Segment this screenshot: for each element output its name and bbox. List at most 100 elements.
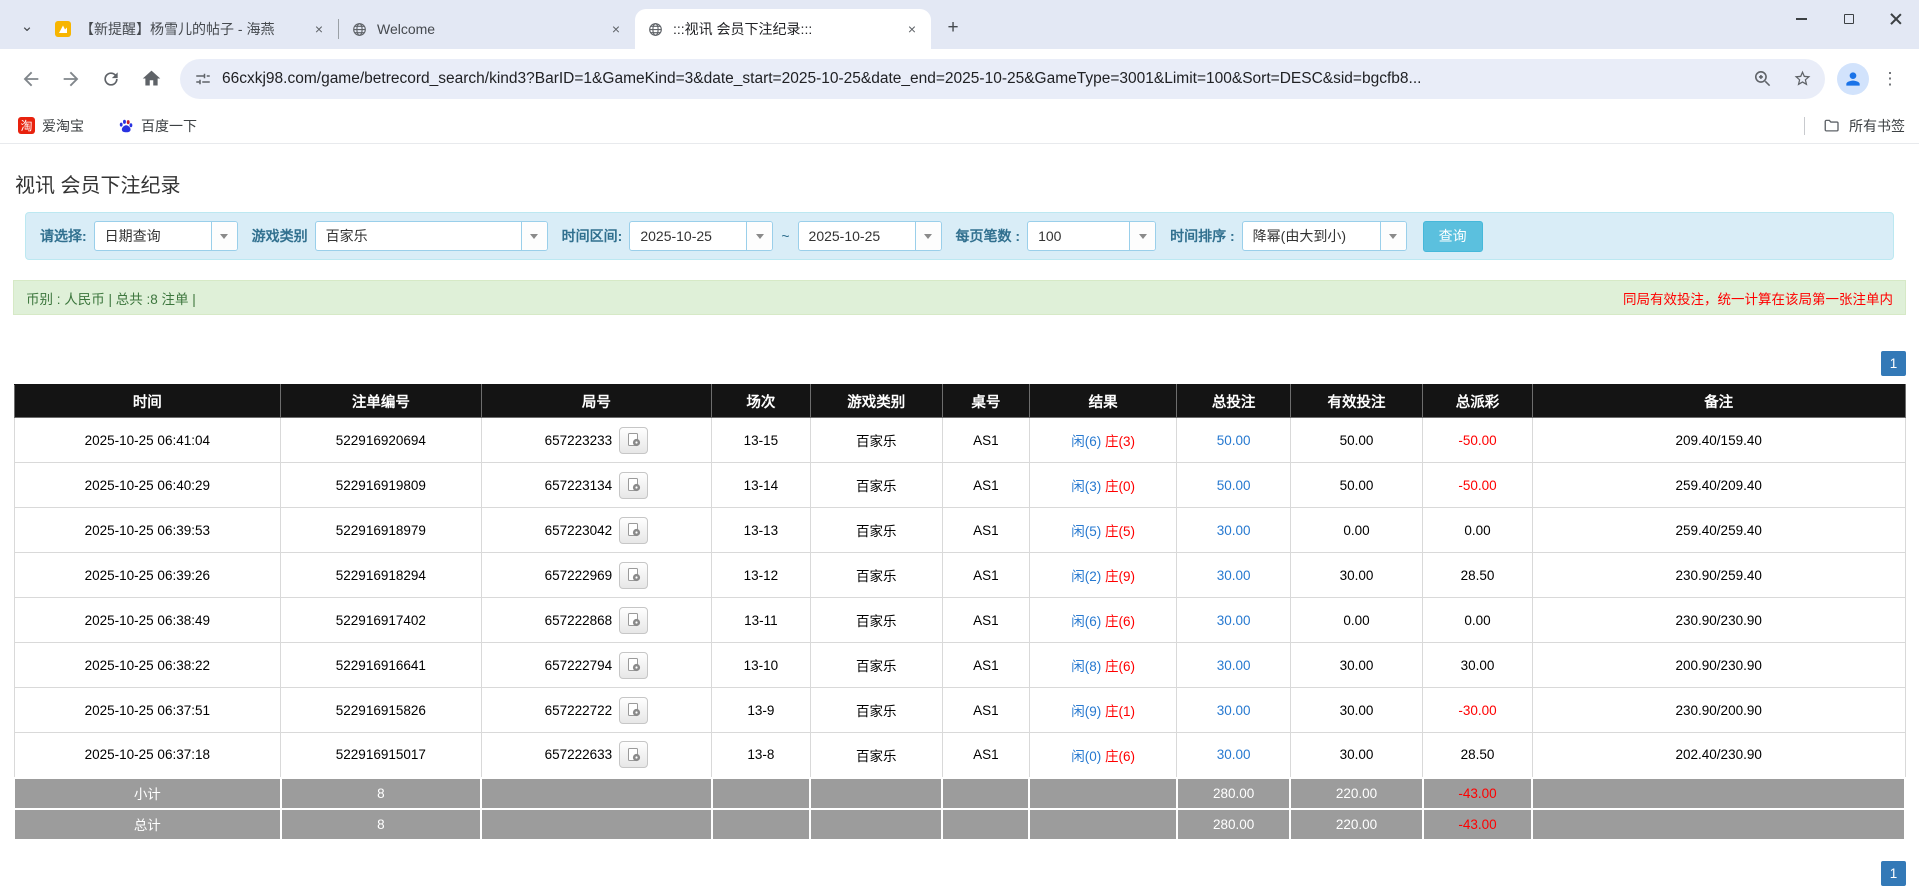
url-text: 66cxkj98.com/game/betrecord_search/kind3… xyxy=(222,70,1737,88)
baidu-paw-icon xyxy=(118,118,134,134)
zoom-button[interactable] xyxy=(1747,64,1777,94)
bookmarks-separator xyxy=(1804,117,1805,135)
total-bet-link[interactable]: 30.00 xyxy=(1217,658,1251,673)
page-button-1[interactable]: 1 xyxy=(1881,351,1906,376)
query-type-select[interactable]: 日期查询 xyxy=(94,221,238,251)
total-bet-link[interactable]: 30.00 xyxy=(1217,703,1251,718)
column-header-round-number: 局号 xyxy=(481,385,712,418)
browser-window: ⌄ 【新提醒】杨雪儿的帖子 - 海燕 × Welcome × :::视讯 会员下… xyxy=(0,0,1919,886)
round-number-wrap: 657222794 xyxy=(545,652,649,679)
close-window-button[interactable] xyxy=(1872,0,1919,38)
video-replay-button[interactable] xyxy=(619,697,648,724)
tab-search-button[interactable]: ⌄ xyxy=(12,11,42,41)
cell-result: 闲(8) 庄(6) xyxy=(1029,643,1176,688)
home-button[interactable] xyxy=(134,62,168,96)
bookmark-baidu[interactable]: 百度一下 xyxy=(114,113,201,139)
cell-session: 13-10 xyxy=(712,643,810,688)
chevron-down-icon: ⌄ xyxy=(21,17,34,35)
table-row: 2025-10-25 06:39:26522916918294657222969… xyxy=(14,553,1905,598)
address-bar[interactable]: 66cxkj98.com/game/betrecord_search/kind3… xyxy=(180,59,1825,99)
video-replay-button[interactable] xyxy=(619,427,648,454)
video-replay-button[interactable] xyxy=(619,741,648,768)
cell-result: 闲(9) 庄(1) xyxy=(1029,688,1176,733)
sort-select[interactable]: 降幂(由大到小) xyxy=(1242,221,1407,251)
minimize-button[interactable] xyxy=(1778,0,1825,38)
tab-welcome[interactable]: Welcome × xyxy=(339,9,635,49)
cell-game-type: 百家乐 xyxy=(810,418,942,463)
maximize-button[interactable] xyxy=(1825,0,1872,38)
film-icon xyxy=(626,477,642,493)
cell-round-number: 657223042 xyxy=(481,508,712,553)
cell-time: 2025-10-25 06:39:53 xyxy=(14,508,281,553)
cell-valid-bet: 30.00 xyxy=(1290,688,1422,733)
result-banker: 庄(9) xyxy=(1105,569,1135,584)
column-header-game-type: 游戏类别 xyxy=(810,385,942,418)
query-type-value: 日期查询 xyxy=(95,226,211,246)
result-banker: 庄(0) xyxy=(1105,479,1135,494)
cell-table-number: AS1 xyxy=(942,643,1029,688)
magnifier-plus-icon xyxy=(1753,69,1772,88)
back-button[interactable] xyxy=(14,62,48,96)
all-bookmarks[interactable]: 所有书签 xyxy=(1804,116,1905,136)
cell-result: 闲(6) 庄(3) xyxy=(1029,418,1176,463)
new-tab-button[interactable]: + xyxy=(939,14,967,42)
cell-result: 闲(0) 庄(6) xyxy=(1029,733,1176,778)
total-bet-link[interactable]: 50.00 xyxy=(1217,478,1251,493)
table-row: 2025-10-25 06:38:49522916917402657222868… xyxy=(14,598,1905,643)
cell-game-type: 百家乐 xyxy=(810,688,942,733)
date-start-select[interactable]: 2025-10-25 xyxy=(629,221,773,251)
round-number-wrap: 657222969 xyxy=(545,562,649,589)
tab-bet-records-active[interactable]: :::视讯 会员下注纪录::: × xyxy=(635,9,931,49)
back-arrow-icon xyxy=(20,68,42,90)
tune-icon xyxy=(194,70,212,88)
cell-valid-bet: 30.00 xyxy=(1290,733,1422,778)
total-empty-round xyxy=(481,809,712,840)
total-bet-link[interactable]: 50.00 xyxy=(1217,433,1251,448)
game-type-select[interactable]: 百家乐 xyxy=(315,221,548,251)
game-type-value: 百家乐 xyxy=(316,226,521,246)
total-bet-link[interactable]: 30.00 xyxy=(1217,568,1251,583)
cell-remark: 230.90/259.40 xyxy=(1532,553,1905,598)
search-button[interactable]: 查询 xyxy=(1423,221,1483,252)
cell-remark: 259.40/259.40 xyxy=(1532,508,1905,553)
cell-round-number: 657223233 xyxy=(481,418,712,463)
cell-remark: 209.40/159.40 xyxy=(1532,418,1905,463)
page-button-1[interactable]: 1 xyxy=(1881,861,1906,886)
close-tab-icon[interactable]: × xyxy=(903,20,921,38)
total-bet-link[interactable]: 30.00 xyxy=(1217,613,1251,628)
table-footer: 小计8280.00220.00-43.00总计8280.00220.00-43.… xyxy=(14,778,1905,840)
result-banker: 庄(6) xyxy=(1105,749,1135,764)
cell-game-type: 百家乐 xyxy=(810,463,942,508)
pagination-top: 1 xyxy=(13,351,1906,376)
bookmark-star-button[interactable] xyxy=(1787,64,1817,94)
cell-bet-number: 522916919809 xyxy=(281,463,481,508)
table-row: 2025-10-25 06:41:04522916920694657223233… xyxy=(14,418,1905,463)
browser-menu-button[interactable]: ⋮ xyxy=(1875,64,1905,94)
date-end-select[interactable]: 2025-10-25 xyxy=(798,221,942,251)
round-number: 657223233 xyxy=(545,433,613,448)
total-empty-result xyxy=(1029,809,1176,840)
video-replay-button[interactable] xyxy=(619,562,648,589)
tab-haiyan-forum[interactable]: 【新提醒】杨雪儿的帖子 - 海燕 × xyxy=(42,9,338,49)
total-bet-link[interactable]: 30.00 xyxy=(1217,523,1251,538)
bet-records-table: 时间注单编号局号场次游戏类别桌号结果总投注有效投注总派彩备注 2025-10-2… xyxy=(13,384,1906,841)
profile-avatar[interactable] xyxy=(1837,63,1869,95)
total-bet-link[interactable]: 30.00 xyxy=(1217,747,1251,762)
close-tab-icon[interactable]: × xyxy=(607,20,625,38)
date-start-value: 2025-10-25 xyxy=(630,228,746,244)
cell-round-number: 657222969 xyxy=(481,553,712,598)
total-count: 8 xyxy=(281,809,481,840)
dropdown-arrow-icon xyxy=(915,222,941,250)
cell-valid-bet: 50.00 xyxy=(1290,418,1422,463)
close-tab-icon[interactable]: × xyxy=(310,20,328,38)
bookmark-aitaobao[interactable]: 淘 爱淘宝 xyxy=(14,113,88,139)
subtotal-row: 小计8280.00220.00-43.00 xyxy=(14,778,1905,809)
video-replay-button[interactable] xyxy=(619,652,648,679)
video-replay-button[interactable] xyxy=(619,472,648,499)
forward-button[interactable] xyxy=(54,62,88,96)
video-replay-button[interactable] xyxy=(619,517,648,544)
cell-session: 13-9 xyxy=(712,688,810,733)
reload-button[interactable] xyxy=(94,62,128,96)
video-replay-button[interactable] xyxy=(619,607,648,634)
page-size-select[interactable]: 100 xyxy=(1027,221,1156,251)
